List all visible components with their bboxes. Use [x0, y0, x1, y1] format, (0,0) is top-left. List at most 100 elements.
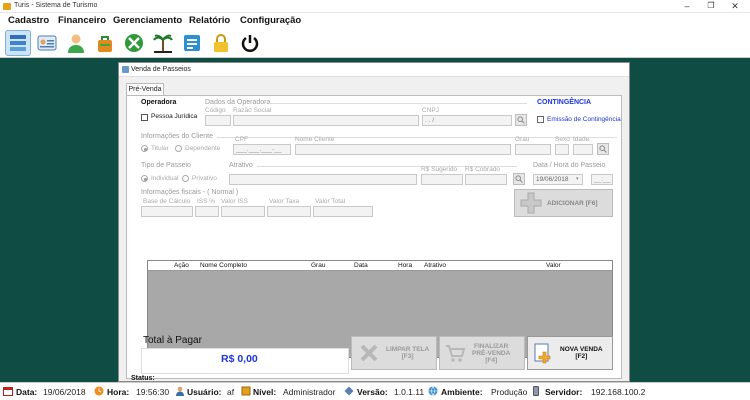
operadora-group-label: Operadora — [141, 99, 177, 106]
grid-col-nome: Nome Completo — [200, 262, 247, 269]
window-title: Venda de Passeios — [131, 66, 191, 73]
idade-input[interactable] — [573, 144, 593, 155]
menu-financeiro[interactable]: Financeiro — [58, 15, 106, 26]
sexo-label: Sexo — [555, 136, 570, 143]
cpf-input[interactable]: ___.___.___-__ — [233, 144, 291, 155]
grid-col-grau: Grau — [311, 262, 326, 269]
tools-icon[interactable] — [121, 30, 147, 56]
maximize-icon[interactable]: ❐ — [700, 0, 722, 12]
atrativo-group-label: Atrativo — [229, 162, 253, 169]
search-atrativo-button[interactable] — [513, 173, 525, 185]
total-value: R$ 0,00 — [221, 353, 258, 365]
emissao-contingencia-label: Emissão de Contingência — [547, 116, 621, 123]
status-label: Status: — [131, 375, 155, 380]
cnpj-input[interactable]: . . / — [422, 115, 512, 126]
lock-icon[interactable] — [208, 30, 234, 56]
individual-radio[interactable] — [141, 175, 148, 182]
bag-icon[interactable] — [92, 30, 118, 56]
power-icon[interactable] — [237, 30, 263, 56]
atrativo-input[interactable] — [229, 174, 417, 185]
nova-venda-line1: NOVA VENDA — [560, 346, 603, 353]
adicionar-label: ADICIONAR [F6] — [547, 199, 598, 207]
app-titlebar: Turis - Sistema de Turismo – ❐ ✕ — [0, 0, 750, 13]
search-cliente-button[interactable] — [597, 143, 609, 155]
menu-cadastro[interactable]: Cadastro — [8, 15, 49, 26]
grau-input[interactable] — [515, 144, 551, 155]
codigo-input[interactable] — [205, 115, 231, 126]
server-icon — [533, 386, 539, 396]
pessoa-juridica-checkbox[interactable] — [141, 114, 148, 121]
plus-icon — [520, 192, 542, 214]
valor-total-input[interactable] — [313, 206, 373, 217]
menu-relatorio[interactable]: Relatório — [189, 15, 230, 26]
finalizar-pre-venda-button[interactable]: FINALIZAR PRÉ-VENDA [F4] — [439, 336, 525, 370]
emissao-contingencia-checkbox[interactable] — [537, 116, 544, 123]
rs-sugerido-input[interactable] — [421, 174, 463, 185]
valor-iss-input[interactable] — [221, 206, 265, 217]
adicionar-button[interactable]: ADICIONAR [F6] — [514, 189, 613, 217]
idade-label: Idade — [573, 136, 590, 143]
dependente-radio[interactable] — [175, 145, 182, 152]
limpar-tela-label: LIMPAR TELA [F3] — [386, 346, 429, 360]
menu-gerenciamento[interactable]: Gerenciamento — [113, 15, 182, 26]
search-icon — [599, 145, 607, 153]
beach-icon[interactable] — [150, 30, 176, 56]
clear-x-icon — [360, 344, 378, 362]
status-servidor-value: 192.168.100.2 — [591, 387, 646, 397]
status-bar: Data: 19/06/2018 Hora: 19:56:30 Usuário:… — [0, 382, 750, 400]
razao-social-label: Razão Social — [233, 107, 272, 114]
user-icon — [176, 386, 184, 396]
search-operadora-button[interactable] — [515, 114, 527, 126]
window-titlebar: Venda de Passeios — [119, 63, 629, 77]
grid-col-hora: Hora — [398, 262, 413, 269]
rs-cobrado-label: R$ Cobrado — [465, 166, 501, 173]
cpf-label: CPF — [235, 136, 248, 143]
layers-icon[interactable] — [5, 30, 31, 56]
pre-venda-panel: Operadora Pessoa Jurídica Dados da Opera… — [126, 95, 622, 380]
nova-venda-button[interactable]: NOVA VENDA [F2] — [527, 336, 613, 370]
search-icon — [517, 116, 525, 124]
user-icon[interactable] — [63, 30, 89, 56]
limpar-tela-button[interactable]: LIMPAR TELA [F3] — [351, 336, 437, 370]
valor-taxa-input[interactable] — [267, 206, 311, 217]
titular-label: Titular — [151, 145, 169, 152]
toolbar — [0, 28, 750, 58]
grid-col-valor: Valor — [546, 262, 561, 269]
finalizar-line3: [F4] — [485, 356, 498, 364]
base-calculo-input[interactable] — [141, 206, 193, 217]
nome-cliente-input[interactable] — [295, 144, 511, 155]
privativo-radio[interactable] — [182, 175, 189, 182]
close-icon[interactable]: ✕ — [724, 0, 746, 12]
razao-social-input[interactable] — [233, 115, 419, 126]
nova-venda-line2: [F2] — [575, 353, 588, 360]
grid-col-acao: Ação — [174, 262, 189, 269]
valor-taxa-label: Valor Taxa — [269, 198, 300, 205]
status-data-label: Data: — [16, 387, 38, 397]
version-icon — [344, 386, 354, 396]
menu-configuracao[interactable]: Configuração — [240, 15, 301, 26]
ticket-icon[interactable] — [179, 30, 205, 56]
data-hora-group-label: Data / Hora do Passeio — [533, 162, 606, 169]
status-versao-value: 1.0.1.11 — [394, 387, 425, 397]
finalizar-line2: PRÉ-VENDA — [472, 349, 511, 357]
search-icon — [515, 175, 523, 183]
sexo-input[interactable] — [555, 144, 569, 155]
new-document-icon — [534, 343, 551, 364]
hora-passeio-input[interactable]: __:__ — [591, 174, 613, 185]
status-hora-label: Hora: — [107, 387, 130, 397]
iss-pct-input[interactable] — [195, 206, 219, 217]
dependente-label: Dependente — [185, 145, 221, 152]
privativo-label: Privativo — [192, 175, 217, 182]
calendar-dropdown-icon[interactable]: ▾ — [576, 176, 579, 182]
venda-passeios-window: Venda de Passeios Pré-Venda Operadora Pe… — [118, 62, 630, 382]
cliente-group-label: Informações do Cliente — [141, 133, 213, 140]
status-servidor-label: Servidor: — [545, 387, 583, 397]
rs-sugerido-label: R$ Sugerido — [421, 166, 458, 173]
id-card-icon[interactable] — [34, 30, 60, 56]
nome-cliente-label: Nome Cliente — [295, 136, 335, 143]
iss-pct-label: ISS % — [197, 198, 216, 205]
minimize-icon[interactable]: – — [676, 0, 698, 12]
titular-radio[interactable] — [141, 145, 148, 152]
status-data-value: 19/06/2018 — [43, 387, 86, 397]
rs-cobrado-input[interactable] — [465, 174, 507, 185]
